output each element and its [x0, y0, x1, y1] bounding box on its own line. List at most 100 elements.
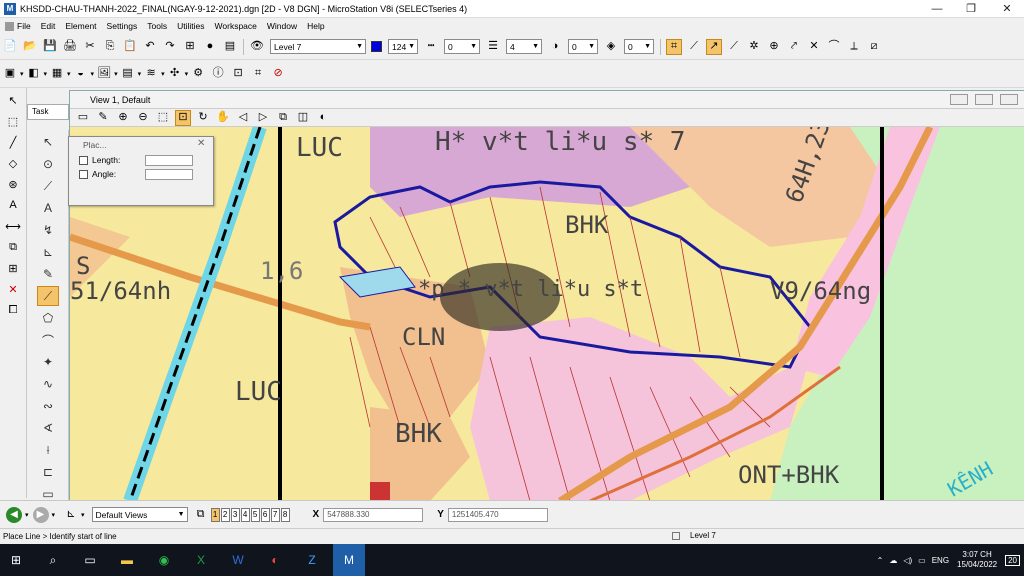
cut-icon[interactable]: ✂ [82, 39, 98, 55]
chevron-up-icon[interactable]: ⌃ [877, 556, 884, 565]
menu-settings[interactable]: Settings [107, 21, 138, 31]
view-5-button[interactable]: 5 [250, 507, 260, 522]
angle-checkbox[interactable] [79, 169, 88, 179]
search-icon[interactable]: ⌕ [37, 544, 69, 576]
accusnap-icon[interactable]: ⌗ [666, 38, 682, 55]
place-cell-icon[interactable]: ⊙ [37, 154, 59, 174]
snap-intersection-icon[interactable]: ✕ [806, 39, 822, 55]
menu-element[interactable]: Element [65, 21, 96, 31]
view-7-button[interactable]: 7 [270, 507, 280, 522]
copy-view-icon[interactable]: ⧉ [275, 110, 291, 126]
microstation-taskbar-icon[interactable]: M [333, 544, 365, 576]
view-2-button[interactable]: 2 [220, 507, 230, 522]
task-tab[interactable]: Task [27, 104, 69, 120]
menu-help[interactable]: Help [307, 21, 324, 31]
color-combo[interactable]: 124 ▼ [388, 39, 418, 54]
references-icon[interactable]: ▤ [222, 39, 238, 55]
length-checkbox[interactable] [79, 155, 88, 165]
shape-tools-icon[interactable]: ◇ [4, 154, 22, 172]
snap-midpoint-icon[interactable]: ⟋ [726, 39, 742, 55]
group-tools-icon[interactable]: ⧠ [4, 301, 22, 319]
place-curve-icon[interactable]: ∾ [37, 396, 59, 416]
view-control-icon[interactable]: ▦ [49, 66, 65, 82]
zoom-out-icon[interactable]: ⊖ [135, 110, 151, 126]
view-1-button[interactable]: 1 [210, 507, 220, 522]
snap-keypoint-icon[interactable]: ⟋ [686, 39, 702, 55]
priority-combo[interactable]: 0 ▼ [624, 39, 654, 54]
copy-icon[interactable]: ⎘ [102, 39, 118, 55]
display-style-icon[interactable]: ◐ [315, 110, 331, 126]
menu-edit[interactable]: Edit [41, 21, 56, 31]
back-icon[interactable]: ◀ [6, 506, 22, 523]
transparency-combo[interactable]: 0 ▼ [568, 39, 598, 54]
place-stream-icon[interactable]: ∿ [37, 374, 59, 394]
dimension-icon[interactable]: ⊾ [37, 242, 59, 262]
rotate-view-icon[interactable]: ↻ [195, 110, 211, 126]
snap-center-icon[interactable]: ✲ [746, 39, 762, 55]
place-arc-icon[interactable]: ⌒ [37, 330, 59, 350]
modify-tools-icon[interactable]: ⧉ [4, 238, 22, 256]
minimize-button[interactable]: — [920, 0, 954, 18]
new-file-icon[interactable]: 📄 [2, 39, 18, 55]
delete-tool-icon[interactable]: ✕ [4, 280, 22, 298]
visualization-icon[interactable]: ◒ [73, 66, 89, 82]
close-button[interactable]: ✕ [990, 0, 1024, 18]
view-attributes-icon[interactable]: ▭ [75, 110, 91, 126]
fence-icon[interactable]: ⬚ [4, 112, 22, 130]
volume-icon[interactable]: ◁) [903, 556, 912, 565]
angle-field[interactable] [145, 168, 193, 180]
word-icon[interactable]: W [222, 544, 254, 576]
print-icon[interactable]: 🖨 [62, 39, 78, 55]
clock[interactable]: 3:07 CH 15/04/2022 [957, 550, 997, 570]
undo-icon[interactable]: ↶ [142, 39, 158, 55]
restore-button[interactable]: ❐ [954, 0, 988, 18]
snap-origin-icon[interactable]: ⊕ [766, 39, 782, 55]
snap-perpendicular-icon[interactable]: ⟂ [846, 39, 862, 55]
primary-tools-icon[interactable]: ◧ [26, 66, 42, 82]
update-view-icon[interactable]: ✎ [95, 110, 111, 126]
length-field[interactable] [145, 154, 193, 166]
redo-icon[interactable]: ↷ [162, 39, 178, 55]
menu-window[interactable]: Window [267, 21, 297, 31]
menu-file[interactable]: File [17, 21, 31, 31]
construct-icon[interactable]: ⟊ [37, 440, 59, 460]
clip-volume-icon[interactable]: ◫ [295, 110, 311, 126]
view-restore-button[interactable] [975, 94, 993, 105]
view-groups-icon[interactable]: ⧉ [193, 507, 209, 523]
paste-icon[interactable]: 📋 [122, 39, 138, 55]
fit-view-icon[interactable]: ⊡ [175, 109, 191, 126]
text-tools-icon[interactable]: A [4, 196, 22, 214]
notification-badge[interactable]: 20 [1005, 554, 1020, 566]
views-combo[interactable]: Default Views ▼ [91, 507, 188, 522]
photos-icon[interactable]: ◐ [259, 544, 291, 576]
window-area-icon[interactable]: ⬚ [155, 110, 171, 126]
network-icon[interactable]: ☁ [889, 556, 897, 565]
view-3-button[interactable]: 3 [230, 507, 240, 522]
snap-tangent-icon[interactable]: ⌒ [826, 39, 842, 55]
attributes-icon[interactable]: ▣ [2, 66, 18, 82]
view-4-button[interactable]: 4 [240, 507, 250, 522]
measure-tools-icon[interactable]: ⊞ [4, 259, 22, 277]
forward-icon[interactable]: ▶ [32, 506, 49, 523]
snap-parallel-icon[interactable]: ⧄ [866, 39, 882, 55]
place-point-icon[interactable]: ✦ [37, 352, 59, 372]
layers-icon[interactable]: ≋ [143, 66, 159, 82]
menu-tools[interactable]: Tools [147, 21, 167, 31]
tasks-icon[interactable]: ⚙ [190, 66, 206, 82]
task-view-icon[interactable]: ▭ [74, 544, 106, 576]
view-previous-icon[interactable]: ◁ [235, 110, 251, 126]
place-line-icon[interactable]: ⟋ [37, 286, 59, 306]
close-icon[interactable]: ✕ [197, 138, 205, 149]
level-manager-icon[interactable]: ▤ [120, 66, 136, 82]
chrome-icon[interactable]: ◉ [148, 544, 180, 576]
place-smartline-icon[interactable]: ⟋ [37, 176, 59, 196]
design-history-icon[interactable]: ✣ [167, 66, 183, 82]
grid-icon[interactable]: ⌗ [250, 66, 266, 82]
place-text-icon[interactable]: A [37, 198, 59, 218]
element-selection-icon[interactable]: ↖ [4, 91, 22, 109]
y-coordinate-field[interactable]: 1251405.470 [447, 507, 548, 522]
excel-icon[interactable]: X [185, 544, 217, 576]
view-6-button[interactable]: 6 [260, 507, 270, 522]
weight-combo[interactable]: 4 ▼ [506, 39, 542, 54]
view-next-icon[interactable]: ▷ [255, 110, 271, 126]
